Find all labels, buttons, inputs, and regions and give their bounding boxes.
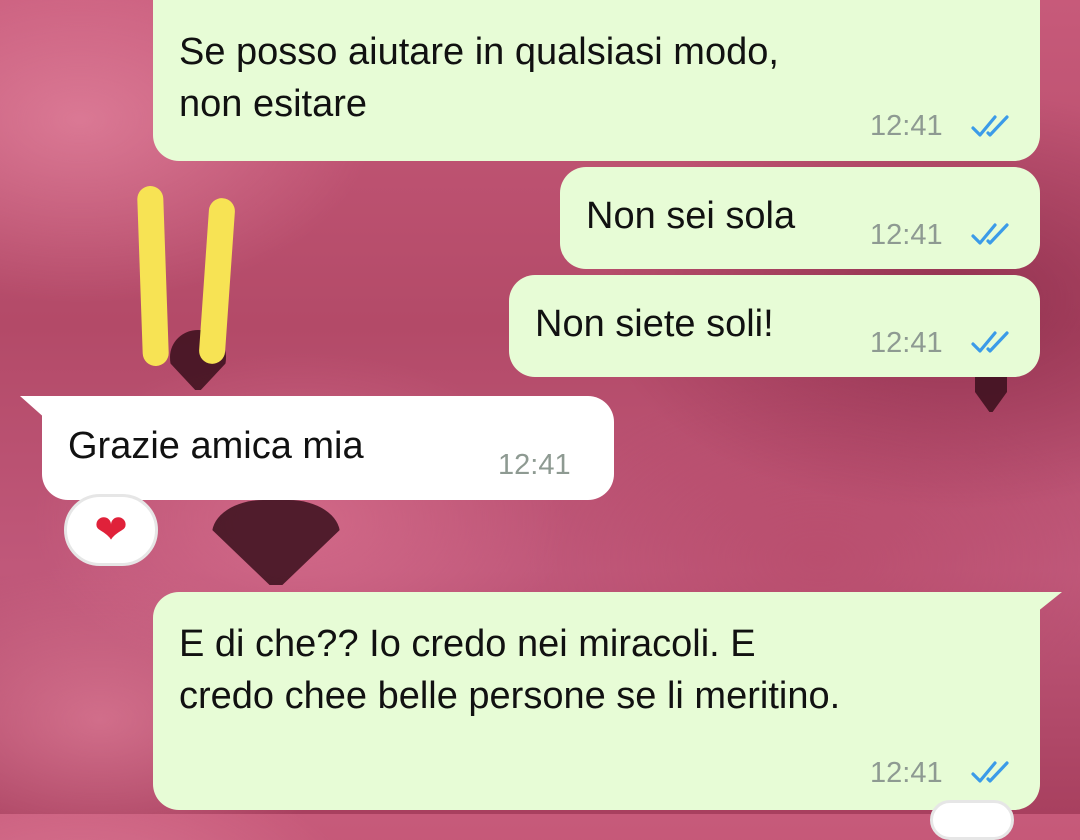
reaction-badge[interactable] — [930, 800, 1014, 840]
message-time: 12:41 — [870, 327, 943, 359]
message-time: 12:41 — [870, 219, 943, 251]
red-heart-icon: ❤ — [94, 508, 128, 552]
balloon-silhouette — [975, 372, 1007, 412]
message-text: E di che?? Io credo nei miracoli. E cred… — [179, 618, 1039, 722]
double-check-icon — [971, 115, 1009, 137]
message-text: Grazie amica mia — [68, 425, 364, 467]
message-time: 12:41 — [870, 110, 943, 142]
outgoing-message[interactable]: E di che?? Io credo nei miracoli. E cred… — [153, 592, 1040, 810]
message-text-line: E di che?? Io credo nei miracoli. E — [179, 623, 756, 665]
message-text: Non siete soli! — [535, 303, 774, 345]
incoming-message[interactable]: Grazie amica mia 12:41 — [42, 396, 614, 500]
outgoing-message[interactable]: Non sei sola 12:41 — [560, 167, 1040, 269]
message-time: 12:41 — [870, 757, 943, 789]
double-check-icon — [971, 761, 1009, 783]
message-text-line: Se posso aiutare in qualsiasi modo, — [179, 31, 779, 73]
double-check-icon — [971, 223, 1009, 245]
outgoing-message[interactable]: Se posso aiutare in qualsiasi modo, non … — [153, 0, 1040, 161]
outgoing-message[interactable]: Non siete soli! 12:41 — [509, 275, 1040, 377]
message-text-line: credo chee belle persone se li meritino. — [179, 675, 841, 717]
double-check-icon — [971, 331, 1009, 353]
balloon-silhouette — [212, 500, 340, 585]
reaction-badge[interactable]: ❤ — [64, 494, 158, 566]
message-time: 12:41 — [498, 449, 571, 481]
message-text: Non sei sola — [586, 195, 796, 237]
